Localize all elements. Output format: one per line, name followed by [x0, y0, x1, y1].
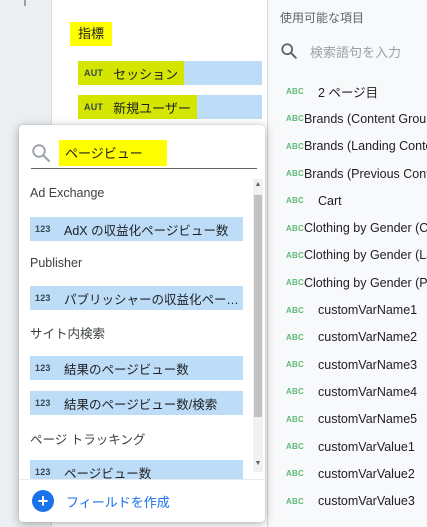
group-heading-ad-exchange: Ad Exchange — [30, 186, 105, 200]
text-type-icon: ABC — [286, 196, 304, 206]
field-picker-list: Ad Exchange 123 AdX の収益化ページビュー数 Publishe… — [19, 175, 253, 479]
metric-chip-label: セッション — [113, 66, 179, 82]
available-field-label: Brands (Content Group) — [303, 111, 427, 126]
field-option-label: AdX の収益化ページビュー数 — [64, 223, 229, 238]
text-type-icon: ABC — [286, 305, 304, 315]
available-field-label: Brands (Previous Content Group) — [303, 166, 427, 181]
available-field-label: customVarValue3 — [318, 494, 415, 509]
available-field-label: customVarValue2 — [318, 466, 415, 481]
field-picker-dropdown: Ad Exchange 123 AdX の収益化ページビュー数 Publishe… — [19, 125, 265, 522]
text-type-icon: ABC — [286, 469, 304, 479]
scrollbar-thumb[interactable] — [254, 195, 262, 417]
field-option-label: ページビュー数 — [64, 466, 152, 480]
text-type-icon: ABC — [286, 360, 304, 370]
text-type-icon: ABC — [286, 169, 304, 179]
create-field-label: フィールドを作成 — [66, 494, 170, 510]
available-field-item[interactable]: ABC 2 ページ目 — [269, 78, 427, 105]
number-type-icon: 123 — [35, 363, 51, 373]
available-field-item[interactable]: ABCClothing by Gender (Content Group) — [269, 214, 427, 241]
group-heading-site-search: サイト内検索 — [30, 327, 106, 341]
available-field-item[interactable]: ABC Brands (Content Group) — [269, 105, 427, 132]
available-field-label: Clothing by Gender (Content Group) — [303, 221, 427, 236]
field-option-results-pageviews[interactable]: 123 結果のページビュー数 — [30, 356, 243, 380]
available-field-item[interactable]: ABCBrands (Previous Content Group) — [269, 160, 427, 187]
text-type-icon: ABC — [286, 114, 304, 124]
available-field-item[interactable]: ABC customVarName3 — [269, 351, 427, 378]
field-picker-search-input[interactable] — [59, 139, 167, 166]
panel-handle — [24, 0, 26, 6]
metric-type-label: AUT — [84, 102, 104, 112]
available-field-item[interactable]: ABC customVarName5 — [269, 406, 427, 433]
field-picker-scrollbar[interactable]: ▲ ▼ — [253, 179, 263, 472]
number-type-icon: 123 — [35, 224, 51, 234]
available-field-item[interactable]: ABC Cart — [269, 187, 427, 214]
available-field-label: customVarValue1 — [318, 439, 415, 454]
text-type-icon: ABC — [286, 442, 304, 451]
available-fields-list: ABC 2 ページ目 ABC Brands (Content Group) ABC Bra… — [269, 78, 427, 515]
available-field-item[interactable]: ABC customVarName4 — [269, 378, 427, 405]
available-field-label: customVarName2 — [318, 330, 418, 345]
field-option-label: 結果のページビュー数/検索 — [64, 397, 218, 412]
field-option-publisher-monetized-pageviews[interactable]: 123 パブリッシャーの収益化ページビュー数 — [30, 286, 243, 310]
metric-chip-new-users[interactable]: AUT 新規ユーザー — [78, 95, 262, 119]
field-picker-search[interactable] — [31, 137, 257, 169]
metric-chip-label: 新規ユーザー — [113, 100, 191, 116]
text-type-icon: ABC — [286, 87, 304, 97]
field-option-label: パブリッシャーの収益化ページビュー数 — [64, 292, 239, 307]
available-field-label: customVarName5 — [318, 412, 418, 427]
available-field-label: Brands (Landing Content Group) — [303, 139, 427, 154]
metric-chip-sessions[interactable]: AUT セッション — [78, 61, 262, 85]
available-field-item[interactable]: ABC customVarValue2 — [269, 460, 427, 487]
field-option-label: 結果のページビュー数 — [64, 362, 189, 377]
available-fields-title: 使用可能な項目 — [280, 11, 365, 25]
scroll-down-icon[interactable]: ▼ — [253, 460, 263, 468]
number-type-icon: 123 — [35, 467, 51, 477]
available-fields-search[interactable]: 検索語句を入力 — [280, 40, 427, 62]
text-type-icon: ABC — [286, 332, 304, 342]
available-field-item[interactable]: ABC customVarName2 — [269, 324, 427, 351]
text-type-icon: ABC — [286, 496, 304, 506]
group-heading-publisher: Publisher — [30, 256, 83, 270]
number-type-icon: 123 — [35, 293, 51, 303]
available-field-item[interactable]: ABCClothing by Gender (Landing Content G… — [269, 242, 427, 269]
group-heading-page-tracking: ページ トラッキング — [30, 433, 146, 447]
available-field-label: customVarName3 — [318, 357, 418, 372]
scroll-up-icon[interactable]: ▲ — [253, 181, 263, 189]
available-field-item[interactable]: ABCBrands (Landing Content Group) — [269, 133, 427, 160]
available-field-label: customVarName4 — [318, 384, 418, 399]
metric-chip-highlight: AUT セッション — [78, 61, 185, 85]
metrics-heading: 指標 — [70, 22, 113, 46]
available-field-label: customVarName1 — [318, 303, 418, 318]
field-option-pageviews[interactable]: 123 ページビュー数 — [30, 460, 243, 479]
available-field-label: Clothing by Gender (Landing Content Grou… — [303, 248, 427, 263]
text-type-icon: ABC — [286, 141, 304, 151]
search-icon — [281, 43, 297, 59]
metric-chip-highlight: AUT 新規ユーザー — [78, 95, 197, 119]
metric-type-label: AUT — [84, 68, 104, 78]
text-type-icon: ABC — [286, 387, 304, 397]
available-field-item[interactable]: ABCClothing by Gender (Previous Content … — [269, 269, 427, 296]
number-type-icon: 123 — [35, 398, 51, 408]
text-type-icon: ABC — [286, 250, 304, 260]
available-fields-panel: 使用可能な項目 検索語句を入力 ABC 2 ページ目 ABC Brands (Cont… — [269, 0, 427, 527]
available-field-label: 2 ページ目 — [318, 86, 379, 101]
available-field-item[interactable]: ABC customVarName1 — [269, 296, 427, 323]
search-icon — [32, 143, 50, 162]
field-option-adx-monetized-pageviews[interactable]: 123 AdX の収益化ページビュー数 — [30, 217, 243, 241]
create-field-button[interactable]: + フィールドを作成 — [19, 479, 265, 522]
available-fields-search-input[interactable]: 検索語句を入力 — [310, 42, 401, 61]
available-field-item[interactable]: ABC customVarValue3 — [269, 487, 427, 514]
text-type-icon: ABC — [286, 414, 304, 424]
available-field-item[interactable]: ABC customVarValue1 — [269, 433, 427, 460]
text-type-icon: ABC — [286, 223, 304, 233]
text-type-icon: ABC — [286, 278, 304, 288]
field-option-results-pageviews-per-search[interactable]: 123 結果のページビュー数/検索 — [30, 391, 243, 415]
add-icon: + — [32, 490, 54, 512]
available-field-label: Cart — [318, 193, 342, 208]
available-field-label: Clothing by Gender (Previous Content Gro… — [303, 275, 427, 290]
